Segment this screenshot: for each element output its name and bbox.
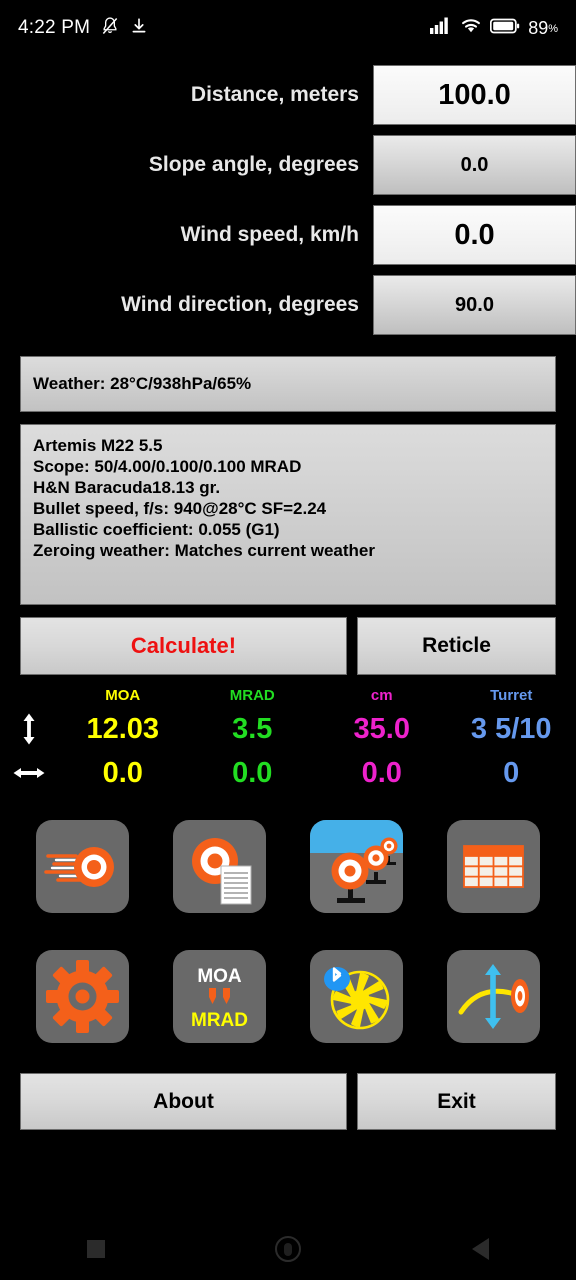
result-horizontal-turret: 0: [503, 756, 520, 789]
signal-icon: [430, 17, 452, 39]
download-icon: [130, 17, 148, 40]
input-row-slope-angle: Slope angle, degrees 0.0: [0, 130, 576, 200]
settings-gear-icon[interactable]: [36, 950, 129, 1043]
results-header-cm: cm: [370, 686, 393, 704]
slope-angle-field[interactable]: 0.0: [373, 135, 576, 195]
zeroing-trajectory-icon[interactable]: [447, 950, 540, 1043]
weather-panel[interactable]: Weather: 28°C/938hPa/65%: [20, 356, 556, 412]
result-horizontal-cm: 0.0: [361, 756, 402, 789]
home-button[interactable]: [258, 1229, 318, 1269]
result-horizontal-mrad: 0.0: [232, 756, 273, 789]
battery-icon: [490, 18, 520, 39]
icon-row-2: MOA MRAD: [0, 950, 576, 1043]
bluetooth-weather-station-icon[interactable]: [310, 950, 403, 1043]
icon-row-1: [0, 820, 576, 913]
profile-line-rifle: Artemis M22 5.5: [33, 436, 163, 455]
home-circle-icon: [275, 1236, 301, 1262]
back-button[interactable]: [450, 1229, 510, 1269]
result-vertical-moa: 12.03: [86, 712, 160, 745]
input-row-wind-direction: Wind direction, degrees 90.0: [0, 270, 576, 340]
reticle-label: Reticle: [422, 634, 491, 657]
input-rows: Distance, meters 100.0 Slope angle, degr…: [0, 60, 576, 340]
label-wind-speed: Wind speed, km/h: [180, 223, 359, 246]
profile-line-zeroing: Zeroing weather: Matches current weather: [33, 541, 375, 560]
battery-percentage: 89%: [528, 18, 558, 39]
status-bar-right: 89%: [430, 17, 558, 39]
wifi-icon: [460, 17, 482, 39]
result-vertical-cm: 35.0: [353, 712, 410, 745]
target-list-icon[interactable]: [173, 820, 266, 913]
input-row-wind-speed: Wind speed, km/h 0.0: [0, 200, 576, 270]
results-table: MOA MRAD cm Turret 12.03 3.5 35.0 3 5/10…: [0, 683, 576, 795]
multi-target-range-icon[interactable]: [310, 820, 403, 913]
moa-text: MOA: [197, 966, 242, 987]
clock: 4:22 PM: [18, 17, 91, 38]
app-root: 4:22 PM 89% Distance, meters 100.0 Slope…: [0, 0, 576, 1280]
wind-speed-field[interactable]: 0.0: [373, 205, 576, 265]
reticle-button[interactable]: Reticle: [357, 617, 556, 675]
status-bar: 4:22 PM 89%: [0, 0, 576, 56]
about-button[interactable]: About: [20, 1073, 347, 1130]
label-wind-direction: Wind direction, degrees: [121, 293, 359, 316]
status-bar-left: 4:22 PM: [18, 16, 148, 41]
horizontal-double-arrow-icon: [0, 763, 58, 783]
distance-field[interactable]: 100.0: [373, 65, 576, 125]
recents-button[interactable]: [66, 1229, 126, 1269]
label-slope-angle: Slope angle, degrees: [148, 153, 359, 176]
results-row-vertical: 12.03 3.5 35.0 3 5/10: [0, 707, 576, 751]
profile-line-bullet: H&N Baracuda18.13 gr.: [33, 478, 221, 497]
exit-label: Exit: [437, 1089, 476, 1113]
result-vertical-turret: 3 5/10: [470, 712, 552, 745]
results-header-row: MOA MRAD cm Turret: [0, 683, 576, 707]
back-triangle-icon: [471, 1238, 489, 1260]
mrad-text: MRAD: [191, 1010, 248, 1031]
input-row-distance: Distance, meters 100.0: [0, 60, 576, 130]
weather-text: Weather: 28°C/938hPa/65%: [33, 374, 252, 393]
vertical-double-arrow-icon: [0, 712, 58, 746]
profile-line-speed: Bullet speed, f/s: 940@28°C SF=2.24: [33, 499, 327, 518]
bell-muted-icon: [100, 16, 120, 41]
moa-mrad-converter-icon[interactable]: MOA MRAD: [173, 950, 266, 1043]
icon-grid: MOA MRAD: [0, 820, 576, 1043]
calculate-button[interactable]: Calculate!: [20, 617, 347, 675]
android-nav-bar: [0, 1218, 576, 1280]
battery-value: 89: [528, 17, 549, 38]
results-header-moa: MOA: [105, 686, 141, 704]
trajectory-target-icon[interactable]: [36, 820, 129, 913]
wind-direction-field[interactable]: 90.0: [373, 275, 576, 335]
recents-square-icon: [87, 1240, 105, 1258]
about-label: About: [153, 1089, 214, 1113]
result-horizontal-moa: 0.0: [102, 756, 143, 789]
result-vertical-mrad: 3.5: [232, 712, 273, 745]
rifle-profile-panel[interactable]: Artemis M22 5.5 Scope: 50/4.00/0.100/0.1…: [20, 424, 556, 605]
results-header-turret: Turret: [490, 686, 533, 704]
percent-sign: %: [548, 22, 558, 35]
results-header-mrad: MRAD: [229, 686, 275, 704]
profile-line-bc: Ballistic coefficient: 0.055 (G1): [33, 520, 280, 539]
results-row-horizontal: 0.0 0.0 0.0 0: [0, 751, 576, 795]
ballistic-table-icon[interactable]: [447, 820, 540, 913]
label-distance: Distance, meters: [190, 83, 359, 106]
exit-button[interactable]: Exit: [357, 1073, 556, 1130]
calculate-label: Calculate!: [130, 633, 237, 658]
profile-line-scope: Scope: 50/4.00/0.100/0.100 MRAD: [33, 457, 302, 476]
